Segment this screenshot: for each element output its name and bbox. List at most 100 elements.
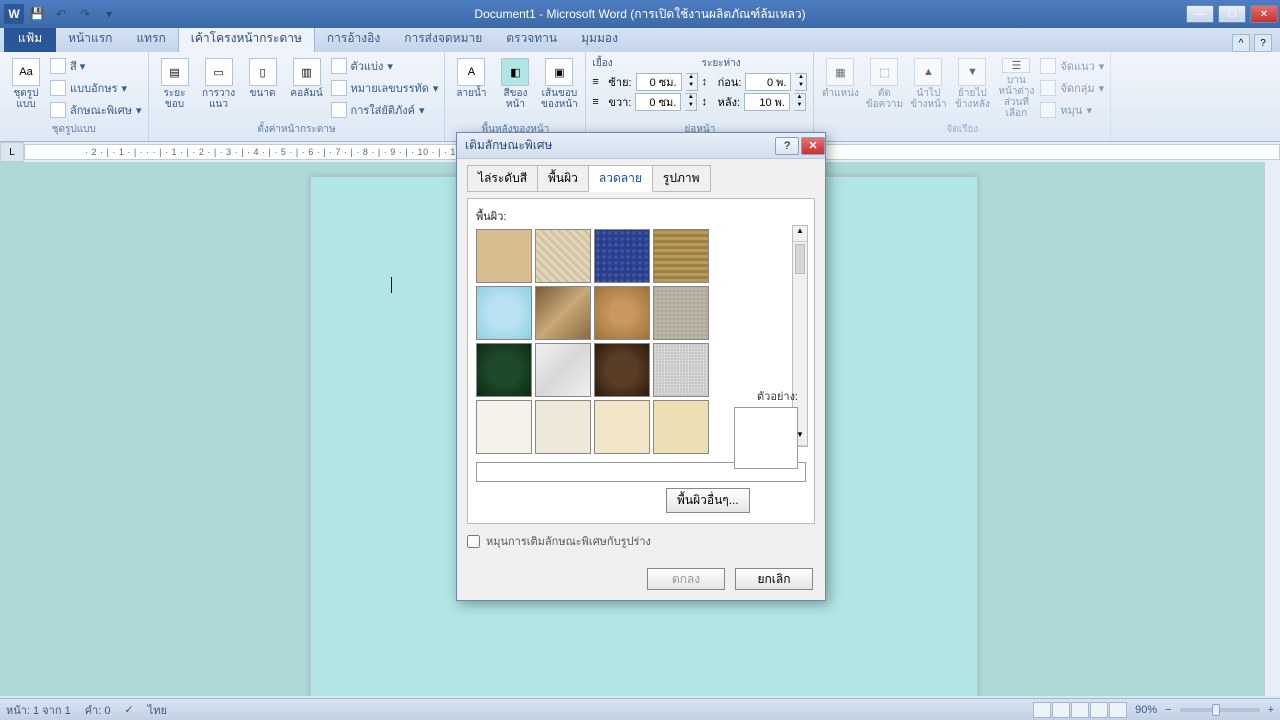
dialog-help-button[interactable]: ?	[775, 137, 799, 155]
web-layout-view-icon[interactable]	[1071, 702, 1089, 718]
wrap-icon: ⬚	[870, 58, 898, 86]
bring-icon: ▲	[914, 58, 942, 86]
size-button[interactable]: ▯ขนาด	[243, 54, 283, 118]
spacing-before[interactable]: ↕ก่อน:▲▼	[702, 73, 808, 91]
word-app-icon[interactable]: W	[4, 4, 24, 24]
texture-swatch[interactable]	[476, 400, 532, 454]
dialog-close-button[interactable]: ✕	[801, 137, 825, 155]
tab-home[interactable]: หน้าแรก	[56, 25, 124, 52]
line-numbers-button[interactable]: หมายเลขบรรทัด ▾	[331, 78, 439, 98]
spacing-after[interactable]: ↕หลัง:▲▼	[702, 93, 808, 111]
themes-icon: Aa	[12, 58, 40, 86]
ok-button[interactable]: ตกลง	[647, 568, 725, 590]
help-icon[interactable]: ?	[1254, 34, 1272, 52]
tab-gradient[interactable]: ไล่ระดับสี	[467, 165, 538, 192]
tab-review[interactable]: ตรวจทาน	[494, 25, 569, 52]
hyphenation-button[interactable]: การใส่ยัติภังค์ ▾	[331, 100, 439, 120]
vertical-scrollbar[interactable]	[1264, 162, 1280, 696]
preview-label: ตัวอย่าง:	[734, 387, 798, 405]
tab-selector[interactable]: L	[0, 142, 24, 162]
tab-page-layout[interactable]: เค้าโครงหน้ากระดาษ	[178, 24, 315, 52]
watermark-icon: A	[457, 58, 485, 86]
theme-effects[interactable]: ลักษณะพิเศษ ▾	[50, 100, 142, 120]
bring-forward-button: ▲นำไปข้างหน้า	[908, 54, 948, 118]
page-borders-button[interactable]: ▣เส้นขอบของหน้า	[539, 54, 579, 118]
texture-swatch[interactable]	[594, 400, 650, 454]
texture-swatch[interactable]	[535, 400, 591, 454]
tab-mailings[interactable]: การส่งจดหมาย	[392, 25, 494, 52]
view-mode-buttons[interactable]	[1033, 702, 1127, 718]
status-language[interactable]: ไทย	[148, 701, 167, 719]
texture-swatch[interactable]	[476, 229, 532, 283]
close-button[interactable]: ✕	[1250, 5, 1278, 23]
print-layout-view-icon[interactable]	[1033, 702, 1051, 718]
qat-undo-icon[interactable]: ↶	[50, 4, 72, 24]
page-color-button[interactable]: ◧สีของหน้า	[495, 54, 535, 118]
columns-icon: ▥	[293, 58, 321, 86]
dialog-titlebar[interactable]: เติมลักษณะพิเศษ ? ✕	[457, 133, 825, 159]
indent-right[interactable]: ≡ขวา:▲▼	[592, 93, 697, 111]
tab-texture[interactable]: พื้นผิว	[537, 165, 589, 192]
zoom-out-button[interactable]: −	[1165, 704, 1171, 716]
texture-swatch[interactable]	[535, 229, 591, 283]
proofing-icon[interactable]: ✓	[124, 703, 133, 716]
ribbon-minimize-icon[interactable]: ^	[1232, 34, 1250, 52]
texture-swatch[interactable]	[653, 286, 709, 340]
margins-button[interactable]: ▤ระยะขอบ	[155, 54, 195, 118]
zoom-slider[interactable]	[1180, 708, 1260, 712]
other-texture-button[interactable]: พื้นผิวอื่นๆ...	[666, 488, 750, 513]
theme-colors[interactable]: สี ▾	[50, 56, 142, 76]
send-backward-button: ▼ย้ายไปข้างหลัง	[952, 54, 992, 118]
theme-fonts[interactable]: แบบอักษร ▾	[50, 78, 142, 98]
pane-icon: ☰	[1002, 58, 1030, 73]
qat-customize-icon[interactable]: ▾	[98, 4, 120, 24]
texture-swatch[interactable]	[594, 229, 650, 283]
ribbon-tabs: แฟ้ม หน้าแรก แทรก เค้าโครงหน้ากระดาษ การ…	[0, 28, 1280, 52]
page-color-icon: ◧	[501, 58, 529, 86]
texture-swatch[interactable]	[594, 286, 650, 340]
texture-swatch[interactable]	[476, 343, 532, 397]
maximize-button[interactable]: ☐	[1218, 5, 1246, 23]
tab-insert[interactable]: แทรก	[124, 25, 177, 52]
cancel-button[interactable]: ยกเลิก	[735, 568, 813, 590]
columns-button[interactable]: ▥คอลัมน์	[287, 54, 327, 118]
group-themes-label: ชุดรูปแบบ	[6, 120, 142, 139]
orientation-button[interactable]: ▭การวางแนว	[199, 54, 239, 118]
selection-pane-button[interactable]: ☰บานหน้าต่างส่วนที่เลือก	[996, 54, 1036, 118]
minimize-button[interactable]: —	[1186, 5, 1214, 23]
texture-swatch[interactable]	[653, 400, 709, 454]
zoom-level[interactable]: 90%	[1135, 704, 1157, 716]
rotate-fill-label: หมุนการเติมลักษณะพิเศษกับรูปร่าง	[486, 532, 651, 550]
status-page[interactable]: หน้า: 1 จาก 1	[6, 701, 71, 719]
zoom-in-button[interactable]: +	[1268, 704, 1274, 716]
watermark-button[interactable]: Aลายน้ำ	[451, 54, 491, 118]
tab-references[interactable]: การอ้างอิง	[315, 25, 392, 52]
group-arrange-label: จัดเรียง	[820, 120, 1104, 139]
tab-picture[interactable]: รูปภาพ	[652, 165, 711, 192]
texture-swatch[interactable]	[653, 229, 709, 283]
texture-swatch[interactable]	[476, 286, 532, 340]
tab-view[interactable]: มุมมอง	[569, 25, 630, 52]
qat-redo-icon[interactable]: ↷	[74, 4, 96, 24]
text-cursor	[391, 277, 392, 293]
full-screen-view-icon[interactable]	[1052, 702, 1070, 718]
texture-swatch[interactable]	[535, 343, 591, 397]
fill-effects-dialog: เติมลักษณะพิเศษ ? ✕ ไล่ระดับสี พื้นผิว ล…	[456, 132, 826, 601]
outline-view-icon[interactable]	[1090, 702, 1108, 718]
draft-view-icon[interactable]	[1109, 702, 1127, 718]
group-button: จัดกลุ่ม ▾	[1040, 78, 1104, 98]
indent-left[interactable]: ≡ซ้าย:▲▼	[592, 73, 697, 91]
texture-swatch[interactable]	[535, 286, 591, 340]
breaks-button[interactable]: ตัวแบ่ง ▾	[331, 56, 439, 76]
scroll-up-icon[interactable]: ▲	[793, 226, 807, 242]
scroll-thumb[interactable]	[795, 244, 805, 274]
status-words[interactable]: คำ: 0	[85, 701, 111, 719]
file-tab[interactable]: แฟ้ม	[4, 25, 56, 52]
preview-swatch	[734, 407, 798, 469]
themes-button[interactable]: Aa ชุดรูปแบบ	[6, 54, 46, 118]
tab-pattern[interactable]: ลวดลาย	[588, 165, 653, 192]
texture-swatch[interactable]	[653, 343, 709, 397]
texture-swatch[interactable]	[594, 343, 650, 397]
rotate-fill-checkbox[interactable]	[467, 535, 480, 548]
qat-save-icon[interactable]: 💾	[26, 4, 48, 24]
